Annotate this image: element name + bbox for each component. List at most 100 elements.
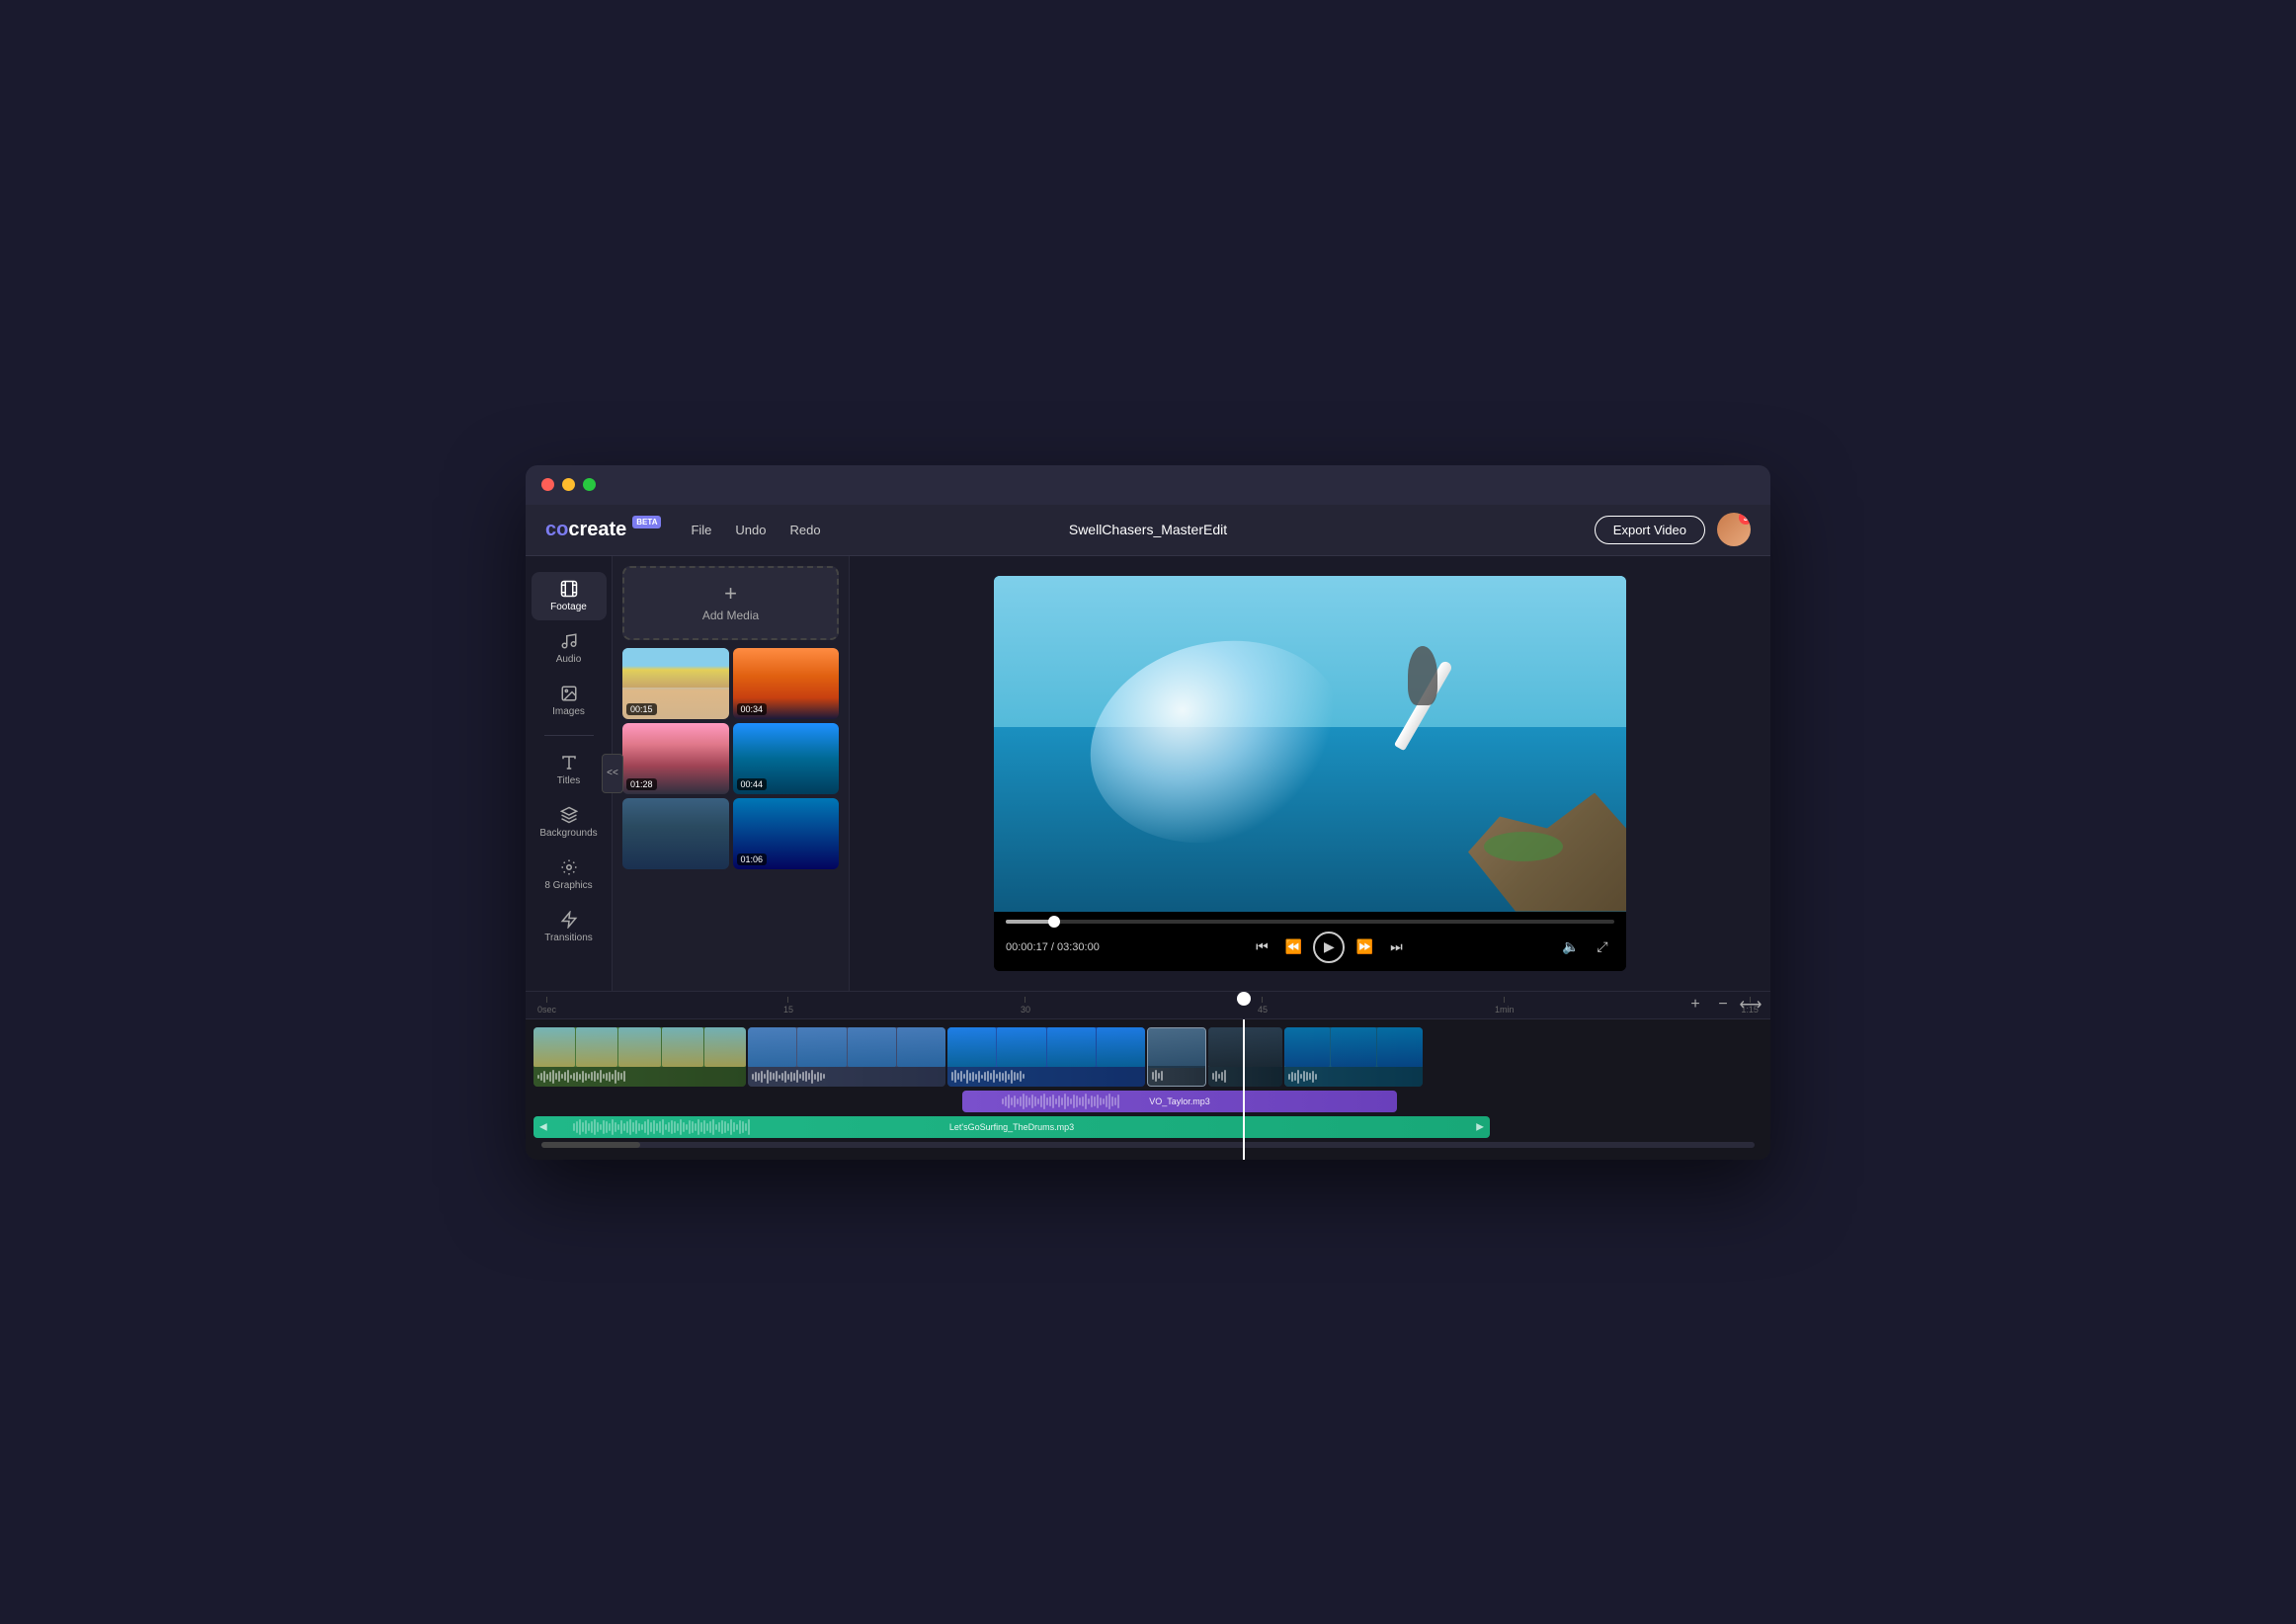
video-clip-ocean[interactable] bbox=[1284, 1027, 1423, 1087]
clip-duration: 00:34 bbox=[737, 703, 768, 715]
music-audio-clip[interactable]: ◀ Let'sGoSurfing_TheDrums.mp3 ▶ bbox=[533, 1116, 1490, 1138]
graphics-icon bbox=[560, 858, 578, 876]
menu-file[interactable]: File bbox=[691, 523, 711, 537]
zoom-out-button[interactable]: − bbox=[1713, 995, 1733, 1015]
skip-end-button[interactable]: ⏭ bbox=[1384, 935, 1408, 959]
music-clip-label: Let'sGoSurfing_TheDrums.mp3 bbox=[949, 1122, 1074, 1132]
backgrounds-icon bbox=[560, 806, 578, 824]
clip-duration: 01:06 bbox=[737, 853, 768, 865]
thumbnail-grid: 00:15 00:34 01:28 00:44 bbox=[622, 648, 839, 869]
sidebar-item-titles[interactable]: Titles bbox=[532, 746, 607, 794]
clip-duration: 00:44 bbox=[737, 778, 768, 790]
scrollbar-thumb[interactable] bbox=[541, 1142, 640, 1148]
audio-waveform bbox=[748, 1067, 945, 1087]
playhead-line[interactable] bbox=[1243, 1019, 1245, 1160]
logo-text: cocreate bbox=[545, 519, 626, 541]
ruler-mark-15: 15 bbox=[783, 997, 793, 1015]
sidebar-item-backgrounds[interactable]: Backgrounds bbox=[532, 798, 607, 847]
collapse-sidebar-button[interactable]: << bbox=[602, 754, 623, 793]
video-screen[interactable] bbox=[994, 576, 1626, 912]
notification-badge: 3 bbox=[1739, 513, 1751, 525]
minimize-dot[interactable] bbox=[562, 478, 575, 491]
sidebar-item-graphics[interactable]: 8 Graphics bbox=[532, 851, 607, 899]
video-clip-surfing[interactable] bbox=[748, 1027, 945, 1087]
sidebar-label-footage: Footage bbox=[550, 602, 587, 612]
audio-waveform bbox=[947, 1067, 1145, 1087]
video-player: 00:00:17 / 03:30:00 ⏮ ⏪ ▶ ⏩ ⏭ 🔈 ⤢ bbox=[994, 576, 1626, 971]
fullscreen-button[interactable]: ⤢ bbox=[1591, 935, 1614, 959]
sidebar-item-audio[interactable]: Audio bbox=[532, 624, 607, 673]
vo-track-spacer bbox=[533, 1091, 747, 1112]
menu-undo[interactable]: Undo bbox=[735, 523, 766, 537]
close-dot[interactable] bbox=[541, 478, 554, 491]
audio-icon bbox=[560, 632, 578, 650]
header-right: Export Video 3 bbox=[1595, 513, 1751, 546]
clip-thumbnail[interactable] bbox=[622, 798, 729, 869]
clip-thumbnail[interactable]: 01:28 bbox=[622, 723, 729, 794]
controls-row: 00:00:17 / 03:30:00 ⏮ ⏪ ▶ ⏩ ⏭ 🔈 ⤢ bbox=[1006, 932, 1614, 963]
music-arrow-right: ▶ bbox=[1476, 1121, 1484, 1132]
sidebar-item-images[interactable]: Images bbox=[532, 677, 607, 725]
zoom-fit-button[interactable]: ⟷ bbox=[1741, 995, 1761, 1015]
skip-start-button[interactable]: ⏮ bbox=[1250, 935, 1273, 959]
maximize-dot[interactable] bbox=[583, 478, 596, 491]
sidebar: Footage Audio Images bbox=[526, 556, 613, 991]
rewind-button[interactable]: ⏪ bbox=[1281, 935, 1305, 959]
vo-audio-clip[interactable]: VO_Taylor.mp3 bbox=[962, 1091, 1397, 1112]
transitions-icon bbox=[560, 911, 578, 929]
sidebar-item-transitions[interactable]: Transitions bbox=[532, 903, 607, 951]
logo: cocreate BETA bbox=[545, 519, 661, 541]
sidebar-label-images: Images bbox=[552, 706, 585, 717]
ruler-mark-30: 30 bbox=[1021, 997, 1030, 1015]
timeline-ruler: 0sec 15 30 45 1min 1:15 + − ⟷ bbox=[526, 992, 1770, 1019]
clip-thumbnail[interactable]: 00:44 bbox=[733, 723, 840, 794]
video-clip-waves[interactable] bbox=[947, 1027, 1145, 1087]
export-video-button[interactable]: Export Video bbox=[1595, 516, 1705, 544]
play-button[interactable]: ▶ bbox=[1313, 932, 1345, 963]
volume-button[interactable]: 🔈 bbox=[1559, 935, 1583, 959]
ruler-mark-1min: 1min bbox=[1495, 997, 1515, 1015]
video-clip-beach[interactable] bbox=[533, 1027, 746, 1087]
sidebar-label-graphics: 8 Graphics bbox=[544, 880, 592, 891]
add-media-label: Add Media bbox=[702, 609, 759, 622]
clip-thumbnail[interactable]: 00:34 bbox=[733, 648, 840, 719]
timeline-zoom-controls: + − ⟷ bbox=[1685, 995, 1761, 1015]
timeline-section: 0sec 15 30 45 1min 1:15 + − ⟷ bbox=[526, 991, 1770, 1160]
sidebar-label-titles: Titles bbox=[557, 775, 581, 786]
main-content: Footage Audio Images bbox=[526, 556, 1770, 991]
video-track bbox=[533, 1027, 1763, 1087]
video-clip-wetsuit-active[interactable] bbox=[1147, 1027, 1206, 1087]
clip-duration: 00:15 bbox=[626, 703, 657, 715]
app-window: cocreate BETA File Undo Redo SwellChaser… bbox=[526, 465, 1770, 1160]
sidebar-item-footage[interactable]: Footage bbox=[532, 572, 607, 620]
titlebar bbox=[526, 465, 1770, 505]
ruler-mark-45: 45 bbox=[1258, 997, 1268, 1015]
media-panel: + Add Media 00:15 00:34 bbox=[613, 556, 850, 991]
canvas-area: 00:00:17 / 03:30:00 ⏮ ⏪ ▶ ⏩ ⏭ 🔈 ⤢ bbox=[850, 556, 1770, 991]
fast-forward-button[interactable]: ⏩ bbox=[1353, 935, 1376, 959]
controls-right: 🔈 ⤢ bbox=[1559, 935, 1614, 959]
avatar[interactable]: 3 bbox=[1717, 513, 1751, 546]
sidebar-label-audio: Audio bbox=[556, 654, 582, 665]
control-buttons: ⏮ ⏪ ▶ ⏩ ⏭ bbox=[1107, 932, 1551, 963]
audio-waveform bbox=[533, 1067, 746, 1087]
timeline-body: VO_Taylor.mp3 ◀ Let'sGoSurfing_TheDrums.… bbox=[526, 1019, 1770, 1160]
playhead-dot bbox=[1237, 992, 1251, 1006]
vo-clip-label: VO_Taylor.mp3 bbox=[1149, 1096, 1210, 1106]
clip-thumbnail[interactable]: 00:15 bbox=[622, 648, 729, 719]
timeline-scrollbar[interactable] bbox=[541, 1142, 1755, 1148]
video-clip-wetsuit[interactable] bbox=[1208, 1027, 1282, 1087]
ruler-marks: 0sec 15 30 45 1min 1:15 bbox=[533, 997, 1763, 1015]
images-icon bbox=[560, 685, 578, 702]
menu-redo[interactable]: Redo bbox=[790, 523, 821, 537]
app-container: cocreate BETA File Undo Redo SwellChaser… bbox=[526, 505, 1770, 1160]
vo-track: VO_Taylor.mp3 bbox=[533, 1091, 1763, 1112]
time-display: 00:00:17 / 03:30:00 bbox=[1006, 941, 1100, 953]
clip-duration: 01:28 bbox=[626, 778, 657, 790]
progress-bar[interactable] bbox=[1006, 920, 1614, 924]
zoom-in-button[interactable]: + bbox=[1685, 995, 1705, 1015]
audio-waveform bbox=[1208, 1067, 1282, 1087]
add-media-button[interactable]: + Add Media bbox=[622, 566, 839, 640]
clip-thumbnail[interactable]: 01:06 bbox=[733, 798, 840, 869]
progress-handle[interactable] bbox=[1048, 916, 1060, 928]
